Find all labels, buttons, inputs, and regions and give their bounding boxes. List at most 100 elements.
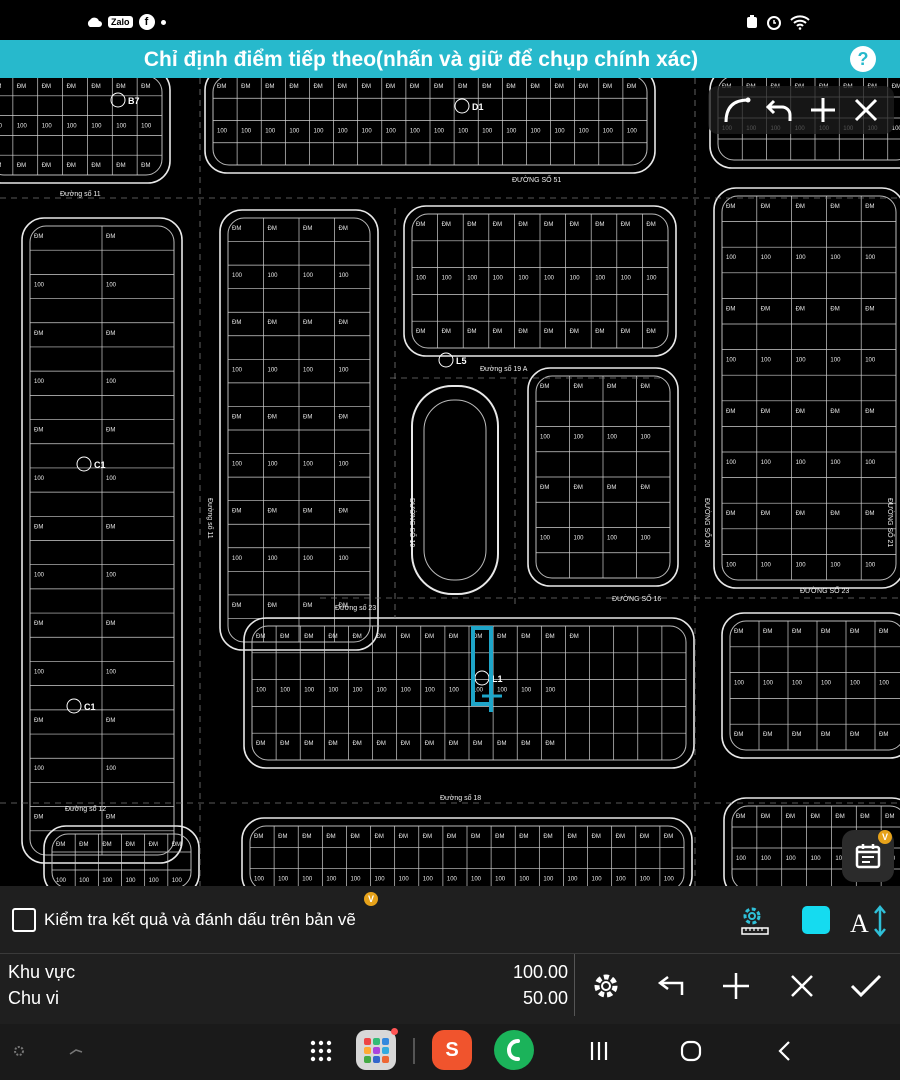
lot-label: 100	[442, 276, 453, 282]
instruction-title: Chỉ định điểm tiếp theo(nhấn và giữ để c…	[143, 48, 699, 71]
premium-badge: V	[878, 830, 892, 844]
lot-label: ĐM	[34, 718, 43, 724]
close-icon	[855, 98, 878, 122]
back-button[interactable]	[772, 1038, 798, 1064]
lot-label: ĐM	[442, 222, 451, 228]
lot-label: 100	[830, 460, 841, 466]
phone-button[interactable]	[494, 1030, 534, 1070]
lot-label: 100	[641, 536, 652, 542]
block-inner	[721, 195, 897, 581]
back-step-button[interactable]	[652, 966, 692, 1006]
lot-label: ĐM	[796, 409, 805, 415]
lot-label: 100	[570, 276, 581, 282]
lot-label: 100	[521, 688, 532, 694]
wifi-icon	[790, 15, 810, 30]
mark-on-drawing-label: Kiểm tra kết quả và đánh dấu trên bản vẽ	[44, 910, 356, 929]
lot-label: 100	[449, 688, 460, 694]
phone-icon	[506, 1039, 520, 1061]
cad-drawing[interactable]: ĐM 100 ĐM ĐM 100 ĐM ĐM 100 ĐM ĐM 100 ĐM ĐM 100 ĐM ĐM 100…	[0, 78, 900, 886]
lot-label: 100	[641, 435, 652, 441]
lot-label: 100	[339, 273, 350, 279]
lot-label: 100	[761, 255, 772, 261]
lot-label: ĐM	[339, 226, 348, 232]
lot-label: ĐM	[860, 814, 869, 820]
arc-tool-button[interactable]	[717, 91, 755, 129]
alarm-icon	[767, 16, 781, 30]
lot-label: ĐM	[67, 84, 76, 90]
settings-button[interactable]	[586, 966, 626, 1006]
lot-label: ĐM	[821, 629, 830, 635]
home-button[interactable]	[678, 1038, 704, 1064]
color-swatch-button[interactable]	[802, 906, 830, 934]
notes-button[interactable]: V	[842, 830, 894, 882]
lot-label: ĐM	[106, 428, 115, 434]
app-drawer-button[interactable]	[306, 1036, 336, 1066]
lot-label: 100	[289, 129, 300, 135]
help-button[interactable]: ?	[850, 46, 876, 72]
lot-label: 100	[232, 462, 243, 468]
mark-on-drawing-checkbox[interactable]	[12, 908, 36, 932]
home-icon	[680, 1040, 702, 1062]
lot-label: 100	[326, 877, 337, 883]
lot-label: 100	[567, 877, 578, 883]
confirm-button[interactable]	[846, 966, 886, 1006]
lot-label: 100	[482, 129, 493, 135]
lot-label: ĐM	[796, 306, 805, 312]
lot-label: 100	[792, 681, 803, 687]
shopee-icon[interactable]: S	[432, 1030, 472, 1070]
lot-label: ĐM	[865, 511, 874, 517]
settings-icon	[594, 974, 618, 998]
lot-label: 100	[17, 124, 28, 130]
road-label: ĐƯỜNG SỐ 19	[408, 498, 418, 547]
lot-label: ĐM	[763, 629, 772, 635]
lot-label: ĐM	[796, 204, 805, 210]
lot-label: 100	[217, 129, 228, 135]
lot-label: ĐM	[579, 84, 588, 90]
cad-map-view[interactable]: ĐM 100 ĐM ĐM 100 ĐM ĐM 100 ĐM ĐM 100 ĐM ĐM 100 ĐM ĐM 100…	[0, 78, 900, 886]
lot-label: ĐM	[830, 306, 839, 312]
lot-label: ĐM	[821, 732, 830, 738]
road-label: ĐƯỜNG SỐ 21	[886, 498, 896, 547]
lot-label: 100	[34, 766, 45, 772]
lot-label: ĐM	[268, 226, 277, 232]
lot-label: 100	[761, 358, 772, 364]
lot-label: ĐM	[830, 204, 839, 210]
lot-label: 100	[579, 129, 590, 135]
lot-label: ĐM	[621, 222, 630, 228]
status-right	[746, 14, 810, 30]
lot-label: 100	[506, 129, 517, 135]
lot-label: 100	[232, 367, 243, 373]
lot-label: 100	[339, 462, 350, 468]
lot-label: 100	[232, 273, 243, 279]
recents-icon	[590, 1042, 608, 1060]
lot-label: ĐM	[850, 732, 859, 738]
lot-label: 100	[616, 877, 627, 883]
lot-label: ĐM	[835, 814, 844, 820]
lot-label: 100	[434, 129, 445, 135]
add-button[interactable]	[716, 966, 756, 1006]
lot-label: ĐM	[543, 834, 552, 840]
cancel-draw-button[interactable]	[847, 91, 885, 129]
results-panel: Khu vực 100.00 Chu vi 50.00	[0, 954, 900, 1024]
panel-divider	[574, 954, 575, 1016]
lot-label: ĐM	[434, 84, 443, 90]
recents-button[interactable]	[586, 1038, 612, 1064]
lot-label: 100	[734, 681, 745, 687]
edit-small-icon	[69, 1049, 83, 1055]
lot-label: ĐM	[410, 84, 419, 90]
lot-label: ĐM	[567, 834, 576, 840]
lot-label: 100	[91, 124, 102, 130]
nav-misc-left2	[66, 1042, 86, 1060]
measure-settings-button[interactable]	[736, 902, 772, 938]
lot-label: ĐM	[17, 84, 26, 90]
block-code-label: D1	[472, 102, 484, 112]
back-icon	[778, 1041, 790, 1061]
lot-label: 100	[540, 536, 551, 542]
text-size-button[interactable]: A	[848, 904, 888, 938]
undo-button[interactable]	[760, 91, 798, 129]
lot-label: 100	[304, 688, 315, 694]
lot-label: ĐM	[280, 741, 289, 747]
cancel-button[interactable]	[782, 966, 822, 1006]
folder-button[interactable]	[356, 1028, 398, 1070]
add-point-button[interactable]	[804, 91, 842, 129]
